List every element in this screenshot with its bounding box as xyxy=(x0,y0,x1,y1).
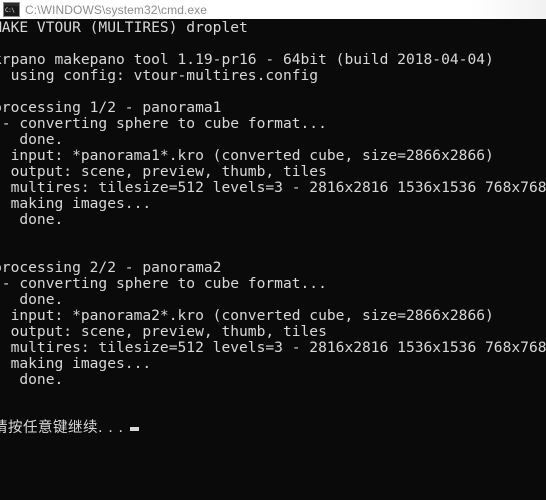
console-line: done. xyxy=(0,131,64,148)
press-any-key-prompt: 请按任意键继续. . . xyxy=(0,420,546,436)
console-line: - output: scene, preview, thumb, tiles xyxy=(0,163,327,180)
console-line: - multires: tilesize=512 levels=3 - 2816… xyxy=(0,339,546,356)
console-line: - input: *panorama2*.kro (converted cube… xyxy=(0,307,494,324)
console-line: - multires: tilesize=512 levels=3 - 2816… xyxy=(0,179,546,196)
console-line: processing 2/2 - panorama2 xyxy=(0,259,222,276)
console-line: - input: *panorama1*.kro (converted cube… xyxy=(0,147,494,164)
console-line: MAKE VTOUR (MULTIRES) droplet xyxy=(0,19,248,36)
window-title: C:\WINDOWS\system32\cmd.exe xyxy=(25,2,208,17)
console-text-buffer: MAKE VTOUR (MULTIRES) droplet krpano mak… xyxy=(0,19,546,437)
cmd-console-icon[interactable]: C:\ xyxy=(3,2,20,17)
console-line: - converting sphere to cube format... xyxy=(0,275,327,292)
console-line: - making images... xyxy=(0,195,152,212)
console-line: - converting sphere to cube format... xyxy=(0,115,327,132)
console-output-area[interactable]: MAKE VTOUR (MULTIRES) droplet krpano mak… xyxy=(0,19,546,500)
console-line: done. xyxy=(0,371,64,388)
console-line: done. xyxy=(0,211,64,228)
console-line: krpano makepano tool 1.19-pr16 - 64bit (… xyxy=(0,51,494,68)
cmd-icon-prompt-text: C:\ xyxy=(4,6,19,16)
console-line: - output: scene, preview, thumb, tiles xyxy=(0,323,327,340)
console-line: - using config: vtour-multires.config xyxy=(0,67,319,84)
window-titlebar[interactable]: C:\ C:\WINDOWS\system32\cmd.exe xyxy=(0,0,546,19)
console-line: - making images... xyxy=(0,355,152,372)
console-line: done. xyxy=(0,291,64,308)
cmd-console-window: C:\ C:\WINDOWS\system32\cmd.exe MAKE VTO… xyxy=(0,0,546,500)
text-cursor xyxy=(129,427,139,431)
press-any-key-text: 请按任意键继续. . . xyxy=(0,420,124,436)
console-line: processing 1/2 - panorama1 xyxy=(0,99,222,116)
